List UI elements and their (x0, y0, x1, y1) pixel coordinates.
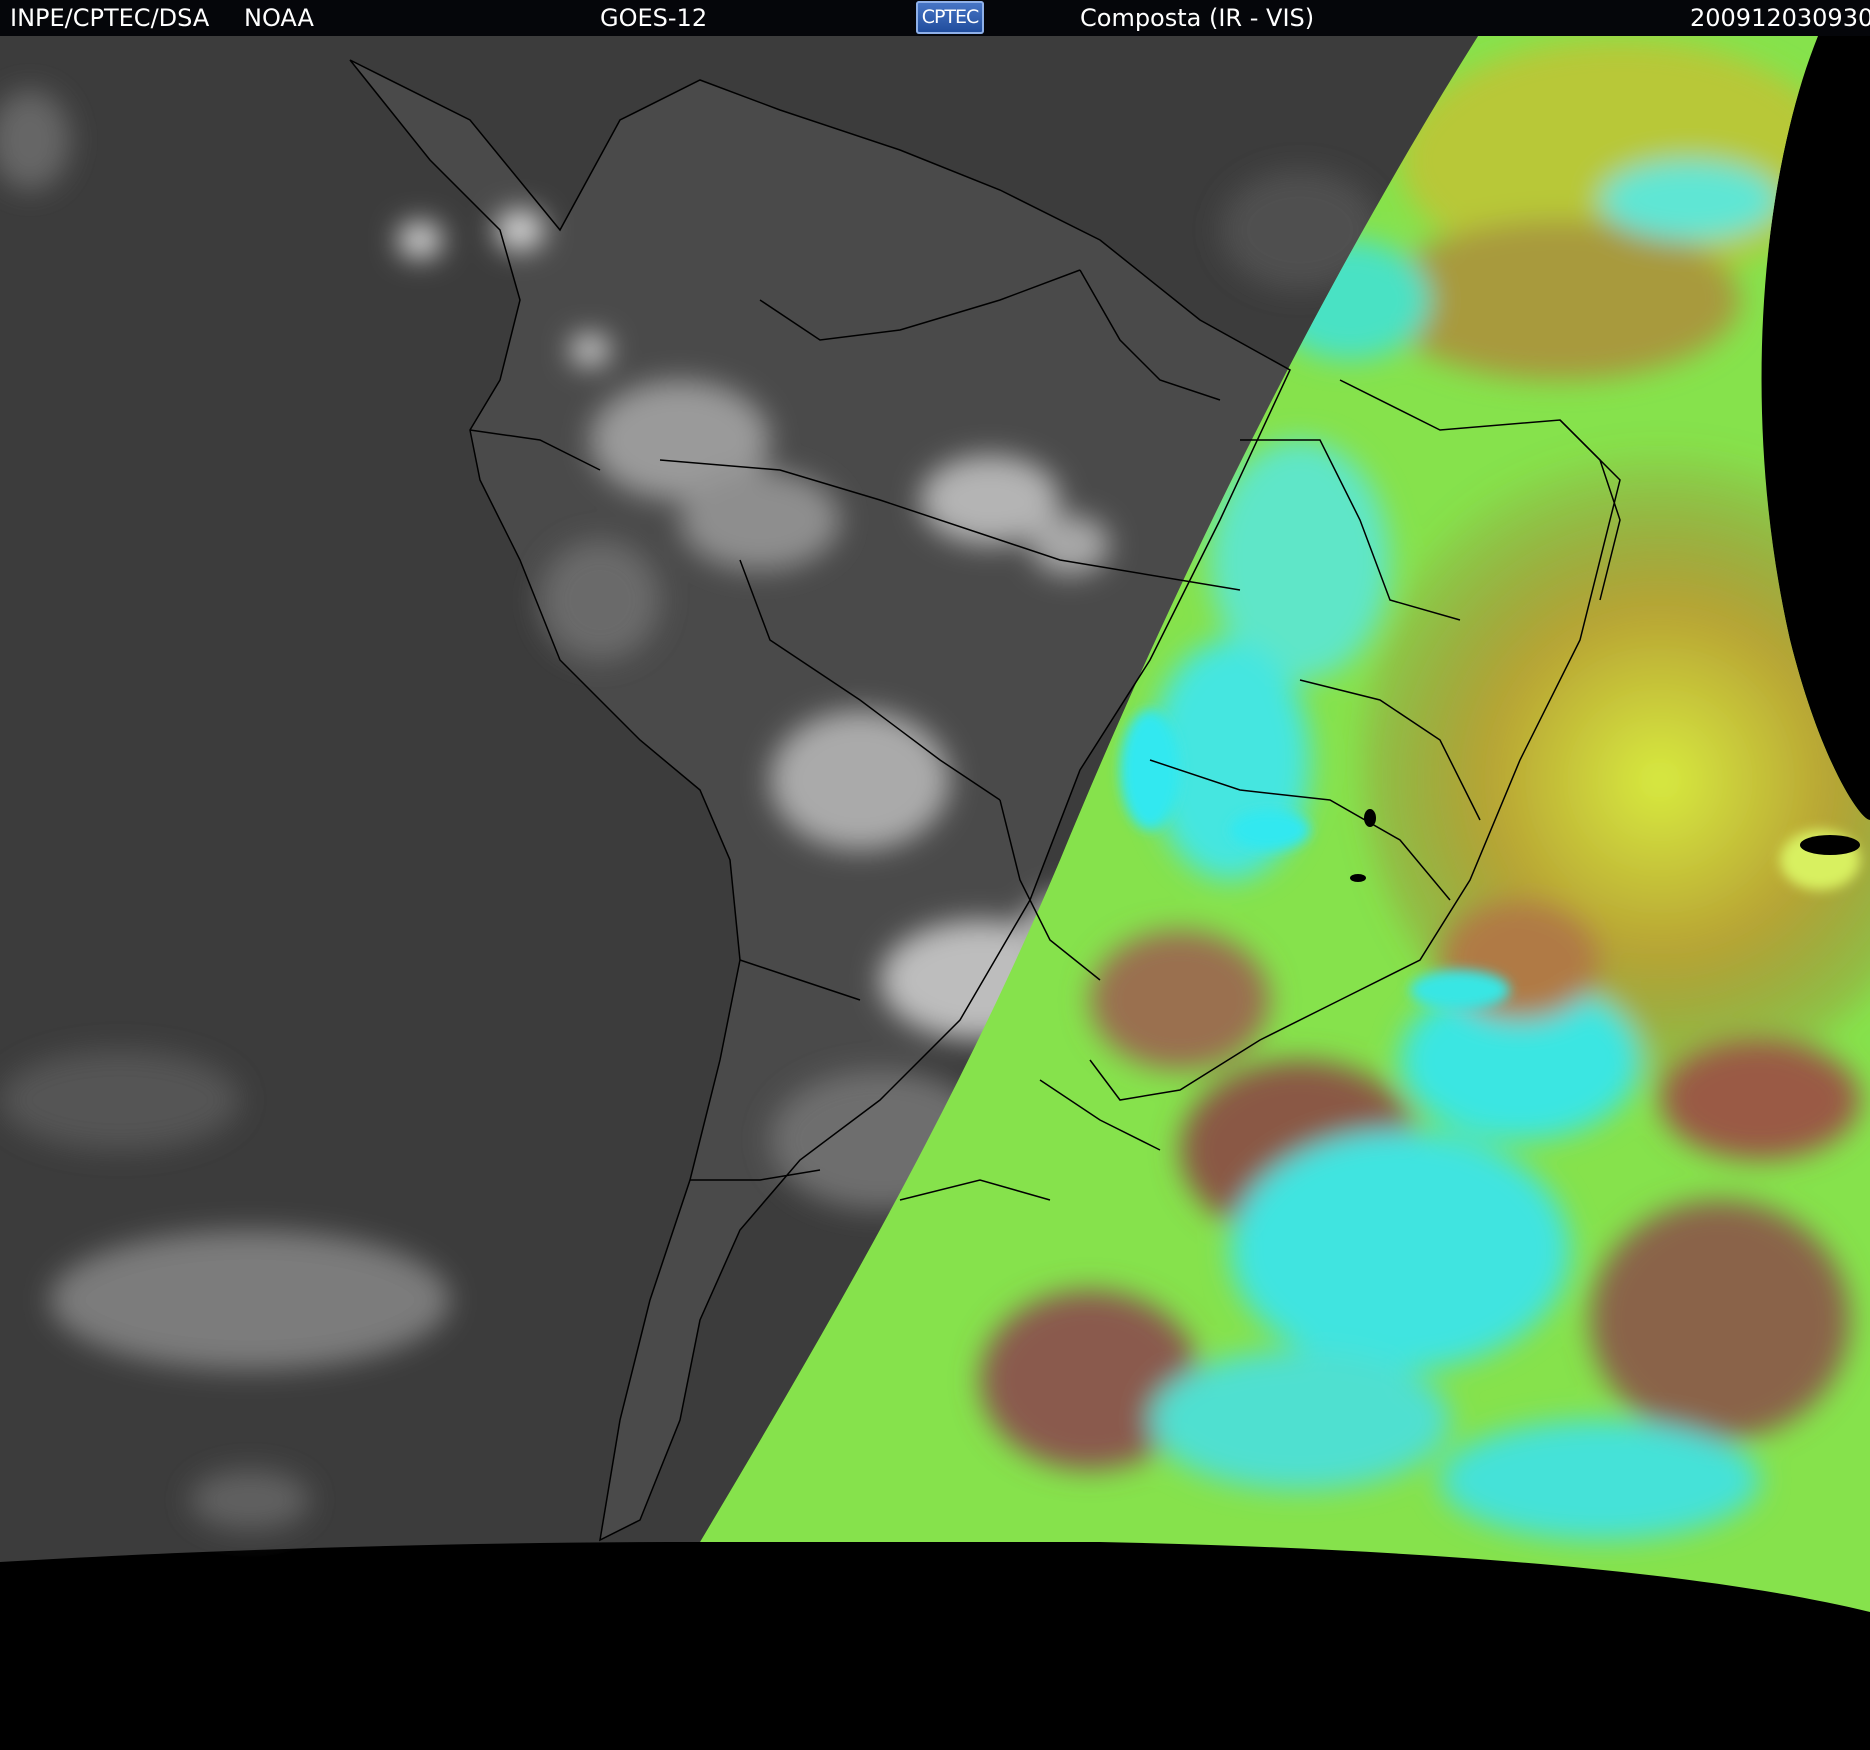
org-label: INPE/CPTEC/DSA (10, 4, 210, 32)
cptec-logo: CPTEC (916, 1, 984, 34)
product-label: Composta (IR - VIS) (1080, 4, 1315, 32)
timestamp-label: 200912030930 (1690, 4, 1870, 32)
satellite-composite-map (0, 36, 1870, 1750)
agency-label: NOAA (244, 4, 314, 32)
satellite-label: GOES-12 (600, 4, 708, 32)
image-header: INPE/CPTEC/DSA NOAA GOES-12 CPTEC Compos… (0, 0, 1870, 36)
logo-text: CPTEC (921, 6, 980, 28)
